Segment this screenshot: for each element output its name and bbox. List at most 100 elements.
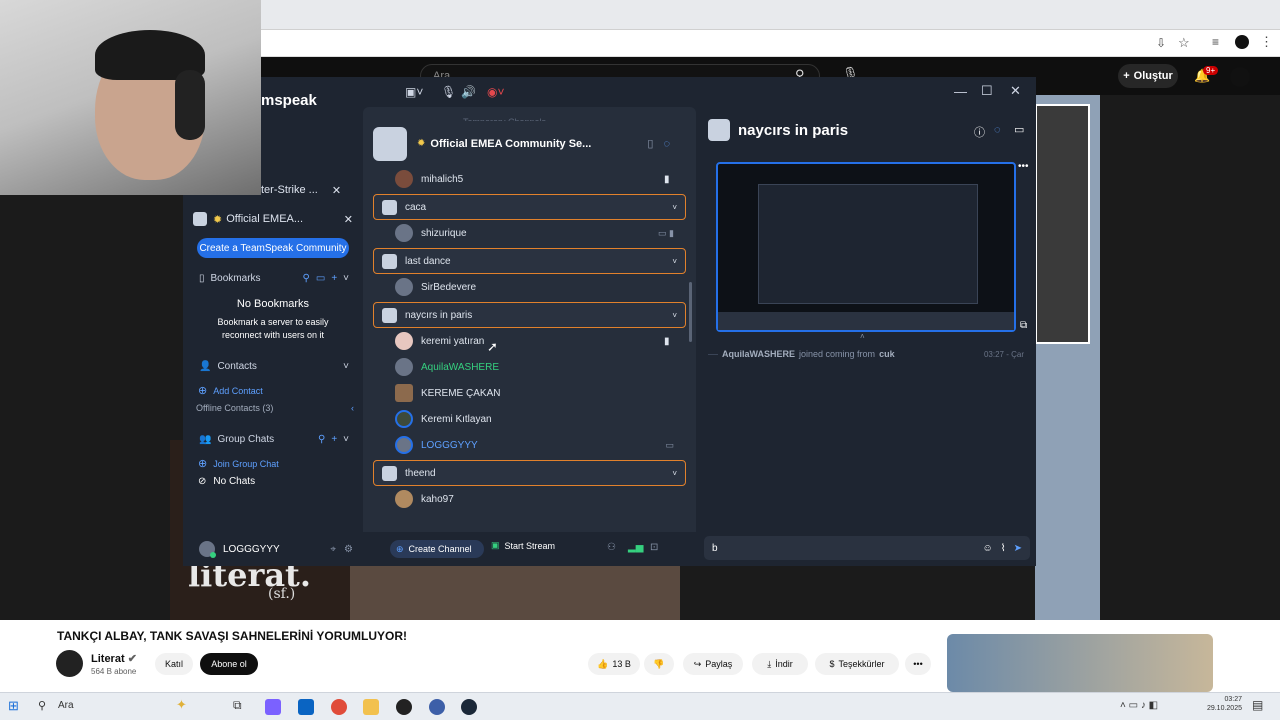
minimize-icon[interactable]: — [954, 84, 967, 99]
speaker-icon[interactable]: 🔊 [461, 85, 476, 99]
close-icon[interactable]: ✕ [1010, 83, 1021, 99]
message-input[interactable]: b ☺ ⌇ ➤ [704, 536, 1030, 560]
create-channel-button[interactable]: ⊕ Create Channel [390, 540, 484, 558]
share-button[interactable]: ↪ Paylaş [683, 653, 743, 675]
signal-icon[interactable]: ▂▅ [628, 542, 643, 553]
task-view-icon[interactable]: ⧉ [233, 698, 242, 713]
contacts-header[interactable]: 👤 Contacts ˅ [199, 361, 349, 372]
plus-icon[interactable]: + [331, 273, 337, 284]
chat-icon[interactable]: ◌ [663, 138, 670, 150]
folder-icon[interactable]: ▭ [1014, 123, 1024, 136]
join-button[interactable]: Katıl [155, 653, 193, 675]
chrome-icon[interactable] [331, 699, 347, 715]
chevron-down-icon[interactable]: ˅ [672, 203, 677, 212]
emoji-icon[interactable]: ☺ [983, 543, 993, 554]
bookmarks-header[interactable]: ▯ Bookmarks ⚲ ▭ + ˅ [199, 273, 349, 284]
steam-icon[interactable] [461, 699, 477, 715]
chevron-down-icon[interactable]: ˅ [343, 273, 349, 284]
add-contact-link[interactable]: ⊕ Add Contact [198, 384, 263, 397]
collapse-icon[interactable]: ˄ [860, 332, 865, 341]
teamspeak-icon[interactable] [429, 699, 445, 715]
chevron-down-icon[interactable]: ˅ [343, 434, 349, 445]
channel-tree-panel: Temporary Channels ✹ Official EMEA Commu… [363, 107, 696, 566]
list-item[interactable]: LOGGGYYY ▭ [373, 432, 686, 458]
own-user-bar[interactable]: LOGGGYYY ⌖ ⚙ [199, 541, 353, 558]
install-icon[interactable]: ⇩ [1156, 36, 1166, 50]
menu-icon[interactable]: ⋮ [1260, 34, 1273, 50]
channel-row-last-dance[interactable]: last dance ˅ [373, 248, 686, 274]
taskbar-search[interactable]: Ara [58, 700, 74, 711]
account-avatar[interactable] [1230, 67, 1250, 87]
like-button[interactable]: 👍 13 B [588, 653, 640, 675]
capture-icon[interactable]: ▣˅ [405, 85, 423, 99]
chevron-down-icon[interactable]: ˅ [672, 311, 677, 320]
offline-contacts-toggle[interactable]: Offline Contacts (3) ‹ [196, 403, 354, 413]
create-button[interactable]: + Oluştur [1118, 64, 1178, 88]
chevron-down-icon[interactable]: ˅ [343, 361, 349, 372]
channel-row-caca[interactable]: caca ˅ [373, 194, 686, 220]
join-group-chat-link[interactable]: ⊕ Join Group Chat [198, 457, 279, 470]
create-community-button[interactable]: Create a TeamSpeak Community [197, 238, 349, 258]
obs-icon[interactable] [396, 699, 412, 715]
plus-icon[interactable]: + [331, 434, 337, 445]
copilot-icon[interactable] [265, 699, 281, 715]
close-icon[interactable]: ✕ [332, 184, 341, 197]
start-stream-button[interactable]: ▣ Start Stream [491, 540, 555, 551]
search-icon[interactable]: ⚲ [38, 699, 46, 712]
location-icon[interactable]: ⌖ [330, 544, 336, 555]
more-icon[interactable]: ••• [1018, 161, 1029, 172]
scrollbar[interactable] [689, 282, 692, 342]
subscribe-button[interactable]: Abone ol [200, 653, 258, 675]
gear-icon[interactable]: ⚙ [344, 544, 353, 555]
list-item[interactable]: KEREME ÇAKAN [373, 380, 686, 406]
bookmark-icon[interactable]: ▯ [647, 137, 653, 150]
list-item[interactable]: AquilaWASHERE [373, 354, 686, 380]
attach-icon[interactable]: ⌇ [1001, 543, 1006, 554]
stream-preview[interactable] [716, 162, 1016, 332]
clock[interactable]: 03:27 29.10.2025 [1200, 695, 1242, 713]
close-icon[interactable]: ✕ [344, 213, 353, 226]
file-explorer-icon[interactable] [363, 699, 379, 715]
group-chats-header[interactable]: 👥 Group Chats ⚲ + ˅ [199, 434, 349, 445]
microphone-toggle-icon[interactable]: 🎙 [441, 85, 456, 99]
chevron-down-icon[interactable]: ˅ [672, 469, 677, 478]
extensions-icon[interactable]: ≡ [1212, 35, 1219, 49]
channel-avatar[interactable] [56, 650, 83, 677]
list-item[interactable]: shizurique ▭ ▮ [373, 220, 686, 246]
chat-icon[interactable]: ◌ [994, 124, 1001, 136]
popout-icon[interactable]: ⧉ [1020, 320, 1027, 331]
server-header[interactable]: ✹ Official EMEA Community Se... ▯ ◌ [373, 121, 686, 166]
search-icon[interactable]: ⚲ [303, 273, 310, 284]
system-tray[interactable]: ˄ ▭ ♪ ◧ [1120, 700, 1158, 711]
download-button[interactable]: ⤓ İndir [752, 653, 808, 675]
list-item[interactable]: keremi yatıran ▮ [373, 328, 686, 354]
search-icon[interactable]: ⚲ [318, 434, 325, 445]
server-tab-cs[interactable]: ter-Strike ... ✕ [261, 181, 361, 199]
copilot-highlight-icon[interactable]: ✦ [176, 697, 187, 713]
outlook-icon[interactable] [298, 699, 314, 715]
channel-row-naycirs-in-paris[interactable]: naycırs in paris ˅ [373, 302, 686, 328]
star-icon[interactable]: ☆ [1178, 35, 1190, 51]
add-user-icon[interactable]: ⚇ [607, 542, 616, 553]
channel-name[interactable]: Literat ✔ [91, 652, 137, 665]
send-icon[interactable]: ➤ [1014, 543, 1022, 554]
channel-row-theend[interactable]: theend ˅ [373, 460, 686, 486]
maximize-icon[interactable]: ☐ [981, 83, 993, 99]
chevron-down-icon[interactable]: ˅ [672, 257, 677, 266]
server-tab-emea[interactable]: ✹ Official EMEA... ✕ [193, 209, 353, 229]
more-actions-button[interactable]: ••• [905, 653, 931, 675]
robot-icon[interactable]: ⊡ [650, 542, 658, 553]
thanks-button[interactable]: $ Teşekkürler [815, 653, 899, 675]
dislike-button[interactable]: 👎 [644, 653, 674, 675]
profile-avatar[interactable] [1235, 35, 1249, 49]
notification-center-icon[interactable]: ▤ [1252, 698, 1263, 712]
recommended-thumbnail[interactable] [947, 634, 1213, 692]
list-item[interactable]: SirBedevere [373, 274, 686, 300]
away-status-icon[interactable]: ◉˅ [487, 85, 504, 99]
windows-start-icon[interactable]: ⊞ [8, 698, 19, 714]
folder-icon[interactable]: ▭ [316, 273, 325, 284]
list-item[interactable]: Keremi Kıtlayan [373, 406, 686, 432]
info-icon[interactable]: ⓘ [974, 124, 985, 140]
list-item[interactable]: kaho97 [373, 486, 686, 512]
list-item[interactable]: mihalich5 ▮ [373, 166, 686, 192]
